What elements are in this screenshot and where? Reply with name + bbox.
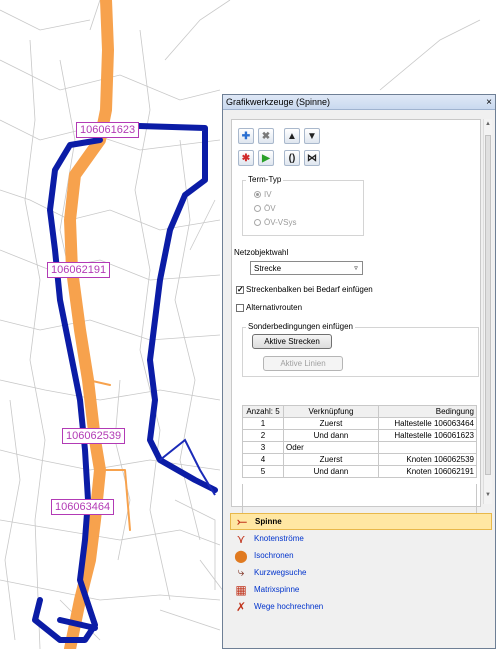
radio-oev-vsys-indicator xyxy=(254,219,261,226)
move-down-icon[interactable]: ▼ xyxy=(304,128,320,144)
conditions-table[interactable]: Anzahl: 5 Verknüpfung Bedingung 1 Zuerst… xyxy=(242,405,477,478)
row-bedingung[interactable]: Haltestelle 106063464 xyxy=(378,417,477,430)
checkbox-streckenbalken-label: Streckenbalken bei Bedarf einfügen xyxy=(246,285,373,294)
tab-kurzwegsuche[interactable]: ⤷ Kurzwegsuche xyxy=(230,564,492,581)
tab-wege-hochrechnen-label: Wege hochrechnen xyxy=(254,602,324,611)
tab-matrixspinne[interactable]: ▦ Matrixspinne xyxy=(230,581,492,598)
panel-title: Grafikwerkzeuge (Spinne) xyxy=(226,97,331,107)
row-index: 4 xyxy=(242,453,284,466)
table-header-row: Anzahl: 5 Verknüpfung Bedingung xyxy=(242,405,477,418)
node-label-106062191[interactable]: 106062191 xyxy=(47,262,111,278)
row-verknuepfung[interactable]: Oder xyxy=(283,441,379,454)
radio-iv-indicator xyxy=(254,191,261,198)
row-bedingung[interactable]: Knoten 106062539 xyxy=(378,453,477,466)
run-icon[interactable]: ▶ xyxy=(258,150,274,166)
brackets-icon[interactable]: () xyxy=(284,150,300,166)
row-bedingung[interactable]: Knoten 106062191 xyxy=(378,465,477,478)
node-flows-icon: ⋎ xyxy=(236,531,246,546)
tab-kurzwegsuche-label: Kurzwegsuche xyxy=(254,568,307,577)
netzobjekt-select[interactable]: Strecke ▿ xyxy=(250,261,363,275)
close-icon[interactable]: × xyxy=(483,97,495,108)
tool-tabs: ⤚ Spinne ⋎ Knotenströme ⬤ Isochronen ⤷ K… xyxy=(230,513,492,615)
marker-icon[interactable]: ✱ xyxy=(238,150,254,166)
checkbox-alternativrouten-box xyxy=(236,303,244,312)
tab-spinne[interactable]: ⤚ Spinne xyxy=(230,513,492,530)
row-index: 1 xyxy=(242,417,284,430)
aktive-strecken-button[interactable]: Aktive Strecken xyxy=(252,334,332,349)
table-row[interactable]: 2 Und dann Haltestelle 106061623 xyxy=(242,429,477,442)
row-index: 5 xyxy=(242,465,284,478)
sonder-title: Sonderbedingungen einfügen xyxy=(246,322,355,331)
matrix-spider-icon: ▦ xyxy=(235,582,247,597)
radio-oev[interactable]: ÖV xyxy=(254,204,276,213)
tab-matrixspinne-label: Matrixspinne xyxy=(254,585,300,594)
col-header-count[interactable]: Anzahl: 5 xyxy=(242,405,284,418)
radio-iv-label: IV xyxy=(264,190,272,199)
row-verknuepfung[interactable]: Zuerst xyxy=(283,453,379,466)
col-header-verknuepfung[interactable]: Verknüpfung xyxy=(283,405,379,418)
table-row[interactable]: 3 Oder xyxy=(242,441,477,454)
checkbox-alternativrouten-label: Alternativrouten xyxy=(246,303,303,312)
scrollbar-thumb[interactable] xyxy=(485,135,491,475)
tab-knotenstroeme-label: Knotenströme xyxy=(254,534,304,543)
scroll-down-icon[interactable]: ▼ xyxy=(484,492,492,502)
paths-extrapolate-icon: ✗ xyxy=(235,599,247,614)
panel-scrollbar[interactable]: ▲ ▼ xyxy=(483,119,492,504)
radio-iv[interactable]: IV xyxy=(254,190,272,199)
brackets-cross-icon[interactable]: ⋈ xyxy=(304,150,320,166)
tool-window: Grafikwerkzeuge (Spinne) × ✚ ✖ ▲ ▼ ✱ ▶ (… xyxy=(222,94,496,649)
checkbox-streckenbalken-box: ✓ xyxy=(236,284,244,294)
panel-content: ✚ ✖ ▲ ▼ ✱ ▶ () ⋈ Term-Typ IV ÖV ÖV-VSys … xyxy=(231,119,481,528)
netzobjekt-select-value: Strecke xyxy=(254,263,282,273)
row-bedingung[interactable] xyxy=(378,441,477,454)
node-label-106063464[interactable]: 106063464 xyxy=(51,499,115,515)
move-up-icon[interactable]: ▲ xyxy=(284,128,300,144)
row-verknuepfung[interactable]: Zuerst xyxy=(283,417,379,430)
aktive-linien-button[interactable]: Aktive Linien xyxy=(263,356,343,371)
tab-knotenstroeme[interactable]: ⋎ Knotenströme xyxy=(230,530,492,547)
radio-oev-vsys-label: ÖV-VSys xyxy=(264,218,297,227)
radio-oev-indicator xyxy=(254,205,261,212)
col-header-bedingung[interactable]: Bedingung xyxy=(378,405,477,418)
row-index: 3 xyxy=(242,441,284,454)
node-label-106061623[interactable]: 106061623 xyxy=(76,122,140,138)
row-bedingung[interactable]: Haltestelle 106061623 xyxy=(378,429,477,442)
tab-isochronen[interactable]: ⬤ Isochronen xyxy=(230,547,492,564)
panel-titlebar[interactable]: Grafikwerkzeuge (Spinne) × xyxy=(223,95,495,110)
tab-spinne-label: Spinne xyxy=(255,517,282,526)
radio-oev-label: ÖV xyxy=(264,204,276,213)
isochrones-icon: ⬤ xyxy=(234,548,248,563)
spider-icon: ⤚ xyxy=(237,514,247,528)
table-row[interactable]: 5 Und dann Knoten 106062191 xyxy=(242,465,477,478)
scroll-up-icon[interactable]: ▲ xyxy=(484,121,492,131)
radio-oev-vsys[interactable]: ÖV-VSys xyxy=(254,218,296,227)
chevron-down-icon: ▿ xyxy=(354,265,358,272)
delete-icon[interactable]: ✖ xyxy=(258,128,274,144)
row-verknuepfung[interactable]: Und dann xyxy=(283,465,379,478)
checkbox-alternativrouten[interactable]: Alternativrouten xyxy=(236,303,302,312)
row-verknuepfung[interactable]: Und dann xyxy=(283,429,379,442)
term-typ-title: Term-Typ xyxy=(246,175,284,184)
node-label-106062539[interactable]: 106062539 xyxy=(62,428,126,444)
tab-wege-hochrechnen[interactable]: ✗ Wege hochrechnen xyxy=(230,598,492,615)
shortest-path-icon: ⤷ xyxy=(237,565,245,579)
netzobjektwahl-label: Netzobjektwahl xyxy=(234,248,289,257)
checkbox-streckenbalken[interactable]: ✓ Streckenbalken bei Bedarf einfügen xyxy=(236,285,373,294)
add-icon[interactable]: ✚ xyxy=(238,128,254,144)
tab-isochronen-label: Isochronen xyxy=(254,551,294,560)
table-row[interactable]: 4 Zuerst Knoten 106062539 xyxy=(242,453,477,466)
table-row[interactable]: 1 Zuerst Haltestelle 106063464 xyxy=(242,417,477,430)
row-index: 2 xyxy=(242,429,284,442)
orange-route xyxy=(64,0,131,649)
